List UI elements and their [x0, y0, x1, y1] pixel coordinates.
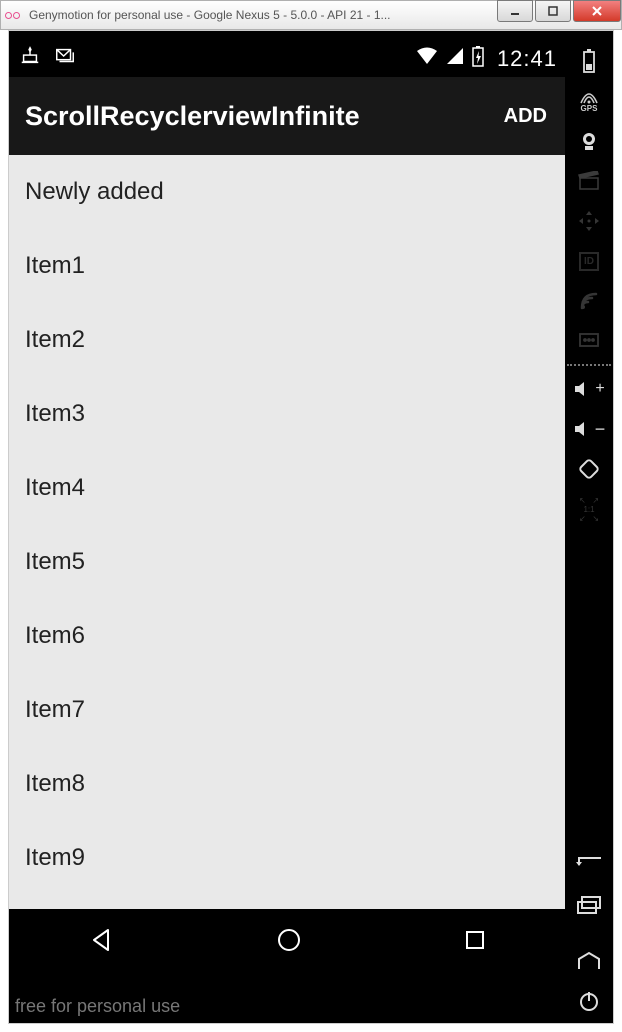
- home-sidebar-button[interactable]: [565, 941, 613, 981]
- volume-down-button[interactable]: −: [565, 409, 613, 449]
- recents-button[interactable]: [462, 927, 488, 953]
- gps-label: GPS: [581, 105, 598, 113]
- list-item[interactable]: Item8: [9, 747, 567, 821]
- clapper-icon[interactable]: [565, 161, 613, 201]
- id-icon[interactable]: ID: [565, 241, 613, 281]
- scale-icon[interactable]: ↖ ↗ 1:1 ↙ ↘: [565, 489, 613, 529]
- recycler-view[interactable]: Newly added Item1 Item2 Item3 Item4 Item…: [9, 155, 567, 909]
- battery-charging-icon: [471, 45, 485, 73]
- volume-up-button[interactable]: +: [565, 369, 613, 409]
- recents-sidebar-button[interactable]: [565, 885, 613, 925]
- list-item[interactable]: Item3: [9, 377, 567, 451]
- gps-icon[interactable]: GPS: [565, 81, 613, 121]
- android-nav-bar: [9, 909, 567, 971]
- list-item[interactable]: Item10: [9, 895, 567, 909]
- list-item[interactable]: Item5: [9, 525, 567, 599]
- close-button[interactable]: [573, 0, 621, 22]
- emulator-frame: 12:41 ScrollRecyclerviewInfinite ADD New…: [8, 30, 614, 1024]
- os-window-titlebar: Genymotion for personal use - Google Nex…: [0, 0, 622, 30]
- emulator-sidebar: GPS ID + − ↖ ↗ 1:1: [565, 41, 613, 1021]
- battery-icon[interactable]: [565, 41, 613, 81]
- list-item[interactable]: Item2: [9, 303, 567, 377]
- android-status-bar[interactable]: 12:41: [9, 41, 567, 77]
- watermark: free for personal use: [15, 996, 180, 1017]
- network-icon[interactable]: [565, 281, 613, 321]
- camera-icon[interactable]: [565, 121, 613, 161]
- genymotion-logo-icon: [5, 8, 23, 22]
- window-controls: [497, 0, 621, 22]
- list-item[interactable]: Item4: [9, 451, 567, 525]
- list-item[interactable]: Item1: [9, 229, 567, 303]
- list-item[interactable]: Item6: [9, 599, 567, 673]
- list-item[interactable]: Item7: [9, 673, 567, 747]
- maximize-button[interactable]: [535, 0, 571, 22]
- cellular-icon: [445, 46, 465, 72]
- app-title: ScrollRecyclerviewInfinite: [25, 101, 500, 132]
- home-button[interactable]: [275, 926, 303, 954]
- rotate-icon[interactable]: [565, 449, 613, 489]
- mail-icon: [53, 45, 77, 73]
- wifi-icon: [415, 46, 439, 72]
- sms-icon[interactable]: [565, 321, 613, 361]
- clock-label: 12:41: [497, 46, 557, 72]
- birthday-icon: [19, 45, 41, 73]
- power-button[interactable]: [565, 981, 613, 1021]
- add-button[interactable]: ADD: [500, 99, 551, 134]
- list-item[interactable]: Item9: [9, 821, 567, 895]
- device-screen: 12:41 ScrollRecyclerviewInfinite ADD New…: [9, 41, 567, 971]
- back-button[interactable]: [88, 926, 116, 954]
- back-sidebar-button[interactable]: [565, 845, 613, 885]
- list-item[interactable]: Newly added: [9, 155, 567, 229]
- app-action-bar: ScrollRecyclerviewInfinite ADD: [9, 77, 567, 155]
- minimize-button[interactable]: [497, 0, 533, 22]
- move-icon[interactable]: [565, 201, 613, 241]
- separator: [567, 364, 611, 366]
